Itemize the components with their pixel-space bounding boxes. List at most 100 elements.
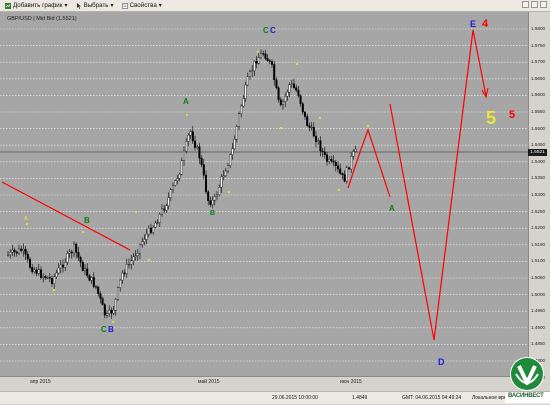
price-tick: 1.5700 [531, 59, 546, 65]
candle-body [174, 180, 177, 186]
candle-body [99, 293, 102, 299]
price-tick: 1.5250 [531, 208, 546, 214]
price-tick: 1.5100 [531, 258, 546, 264]
add-chart-label: Добавить график [13, 2, 63, 9]
chart-add-icon [5, 2, 11, 9]
candle-body [24, 249, 27, 255]
candle-body [119, 279, 122, 288]
candle-body [352, 151, 355, 157]
price-chart: A BC BABC CAE 45 5D [0, 18, 528, 367]
toolbar: Добавить график ▾ Выбрать ▾ Свойства ▾ [0, 0, 550, 12]
candle-body [246, 76, 249, 86]
candle-body [81, 262, 84, 271]
pivot-marker [81, 230, 85, 234]
properties-button[interactable]: Свойства ▾ [120, 1, 164, 11]
candle-body [46, 277, 49, 279]
candle-body [312, 126, 315, 137]
candle-body [237, 113, 240, 127]
candle-body [165, 205, 168, 211]
candle-body [222, 175, 225, 178]
candle-body [6, 254, 9, 256]
price-tick: 1.5550 [531, 109, 546, 114]
candle-body [26, 253, 29, 260]
pivot-marker [256, 50, 260, 54]
candle-body [103, 304, 106, 316]
candle-body [62, 264, 65, 268]
candle-body [215, 194, 218, 197]
candle-body [345, 167, 348, 182]
candle-body [277, 87, 280, 101]
candle-body [343, 174, 346, 182]
candle-body [242, 98, 245, 107]
candle-body [178, 174, 181, 179]
status-bar: 29.06.2015 10:00:00 1.4849 GMT: 04.06.20… [0, 391, 550, 404]
candle-body [293, 83, 296, 88]
select-button[interactable]: Выбрать ▾ [74, 1, 116, 11]
candle-body [105, 313, 108, 316]
candle-body [231, 148, 234, 155]
properties-icon [121, 2, 128, 9]
candle-body [284, 95, 287, 102]
candle-body [72, 243, 75, 254]
candle-body [235, 126, 238, 140]
price-tick: 1.5650 [531, 75, 546, 81]
candle-body [156, 222, 159, 224]
candle-body [334, 161, 337, 167]
price-tick: 1.5000 [531, 291, 546, 297]
candle-body [11, 249, 14, 253]
candle-body [108, 309, 111, 314]
wave-label-c-top-green: C [263, 26, 269, 35]
wave-label-a-green-3: A [389, 204, 395, 213]
candle-body [204, 175, 207, 193]
candle-body [22, 249, 25, 251]
candle-body [167, 197, 170, 206]
candle-body [273, 64, 276, 81]
candle-body [282, 101, 285, 106]
candle-body [75, 243, 78, 253]
candle-body [286, 91, 289, 97]
candle-body [40, 269, 43, 278]
wave-label-a: A [24, 216, 28, 222]
candle-body [180, 160, 183, 175]
candle-body [138, 244, 141, 254]
candle-body [66, 253, 69, 263]
candle-body [260, 53, 263, 58]
pivot-marker [318, 116, 322, 120]
candle-body [114, 299, 117, 311]
candle-body [209, 200, 212, 205]
pivot-marker [279, 126, 283, 130]
candle-body [13, 249, 16, 253]
candle-body [132, 256, 135, 261]
close-icon[interactable] [540, 1, 547, 8]
candle-body [187, 134, 190, 142]
candle-body [354, 148, 357, 152]
price-tick: 1.5350 [531, 175, 546, 181]
properties-label: Свойства [129, 2, 157, 9]
pivot-marker [134, 210, 138, 214]
price-tick: 1.5300 [531, 192, 546, 197]
wave-label-e: E [470, 19, 476, 29]
candle-body [310, 126, 313, 129]
maximize-icon[interactable] [531, 1, 538, 8]
candle-body [341, 173, 344, 175]
candle-body [112, 310, 115, 314]
chart-plot-area[interactable]: GBP/USD | Mid Bid (1.5521) ABCBABCCAE455… [0, 12, 528, 376]
candle-body [101, 298, 104, 305]
status-cursor-date: 29.06.2015 10:00:00 [272, 395, 318, 401]
add-chart-button[interactable]: Добавить график ▾ [3, 1, 70, 11]
candle-body [31, 267, 34, 272]
pivot-marker [295, 62, 299, 66]
candle-body [264, 53, 267, 59]
candle-body [323, 151, 326, 155]
status-local-time: Локальное вре [472, 395, 507, 401]
pivot-marker [337, 188, 341, 192]
candle-body [83, 268, 86, 271]
candle-body [244, 84, 247, 99]
candle-body [213, 196, 216, 201]
candle-body [20, 248, 23, 251]
candle-body [18, 248, 21, 254]
price-tick: 1.5600 [531, 92, 546, 98]
price-tick: 1.5800 [531, 26, 546, 31]
candle-body [163, 208, 166, 211]
minimize-icon[interactable] [522, 1, 529, 8]
